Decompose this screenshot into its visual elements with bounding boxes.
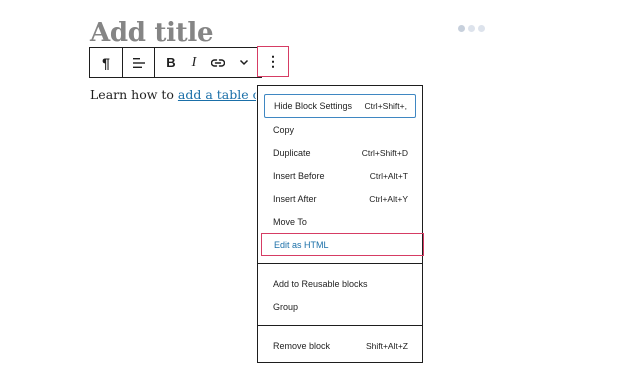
menu-item-move-to[interactable]: Move To xyxy=(264,210,416,233)
menu-item-label: Add to Reusable blocks xyxy=(273,278,368,289)
menu-item-add-to-reusable-blocks[interactable]: Add to Reusable blocks xyxy=(264,272,416,295)
menu-item-label: Edit as HTML xyxy=(274,239,329,250)
menu-item-group[interactable]: Group xyxy=(264,295,416,318)
loading-dots-icon xyxy=(458,25,485,32)
menu-item-label: Move To xyxy=(273,216,307,227)
vertical-ellipsis-icon[interactable]: ⋮ xyxy=(258,47,288,76)
chevron-down-icon[interactable] xyxy=(231,48,257,77)
paragraph-link[interactable]: add a table of contents xyxy=(178,87,256,102)
block-options-menu: Hide Block Settings Ctrl+Shift+, Copy Du… xyxy=(257,85,424,363)
menu-item-label: Hide Block Settings xyxy=(274,101,353,111)
menu-divider xyxy=(258,263,422,264)
block-toolbar: ¶ B I xyxy=(89,47,262,78)
menu-item-label: Insert Before xyxy=(273,170,325,181)
align-group xyxy=(123,48,155,77)
menu-item-label: Remove block xyxy=(273,340,331,351)
menu-item-hide-block-settings[interactable]: Hide Block Settings Ctrl+Shift+, xyxy=(264,94,416,118)
menu-item-remove-block[interactable]: Remove block Shift+Alt+Z xyxy=(264,334,416,357)
menu-item-insert-before[interactable]: Insert Before Ctrl+Alt+T xyxy=(264,164,416,187)
menu-item-label: Group xyxy=(273,301,299,312)
paragraph-block[interactable]: Learn how to add a table of contents xyxy=(90,87,256,102)
menu-item-label: Insert After xyxy=(273,193,317,204)
post-title-placeholder[interactable]: Add title xyxy=(90,18,214,48)
link-icon[interactable] xyxy=(205,48,231,77)
menu-divider xyxy=(258,325,422,326)
menu-item-insert-after[interactable]: Insert After Ctrl+Alt+Y xyxy=(264,187,416,210)
bold-button[interactable]: B xyxy=(159,48,183,77)
menu-item-shortcut: Ctrl+Shift+D xyxy=(361,147,408,158)
paragraph-text: Learn how to xyxy=(90,87,178,102)
align-left-icon[interactable] xyxy=(123,48,154,77)
italic-button[interactable]: I xyxy=(183,48,205,77)
menu-item-label: Copy xyxy=(273,124,295,135)
paragraph-icon[interactable]: ¶ xyxy=(90,48,122,77)
menu-item-shortcut: Ctrl+Shift+, xyxy=(364,101,407,111)
menu-item-shortcut: Ctrl+Alt+Y xyxy=(369,193,408,204)
menu-item-copy[interactable]: Copy xyxy=(264,118,416,141)
menu-item-edit-as-html[interactable]: Edit as HTML xyxy=(261,233,424,256)
menu-item-duplicate[interactable]: Duplicate Ctrl+Shift+D xyxy=(264,141,416,164)
format-group: B I xyxy=(155,48,261,77)
menu-item-shortcut: Shift+Alt+Z xyxy=(365,340,408,351)
menu-item-shortcut: Ctrl+Alt+T xyxy=(369,170,408,181)
menu-item-label: Duplicate xyxy=(273,147,311,158)
block-type-group: ¶ xyxy=(90,48,123,77)
more-options-button[interactable]: ⋮ xyxy=(257,46,289,77)
